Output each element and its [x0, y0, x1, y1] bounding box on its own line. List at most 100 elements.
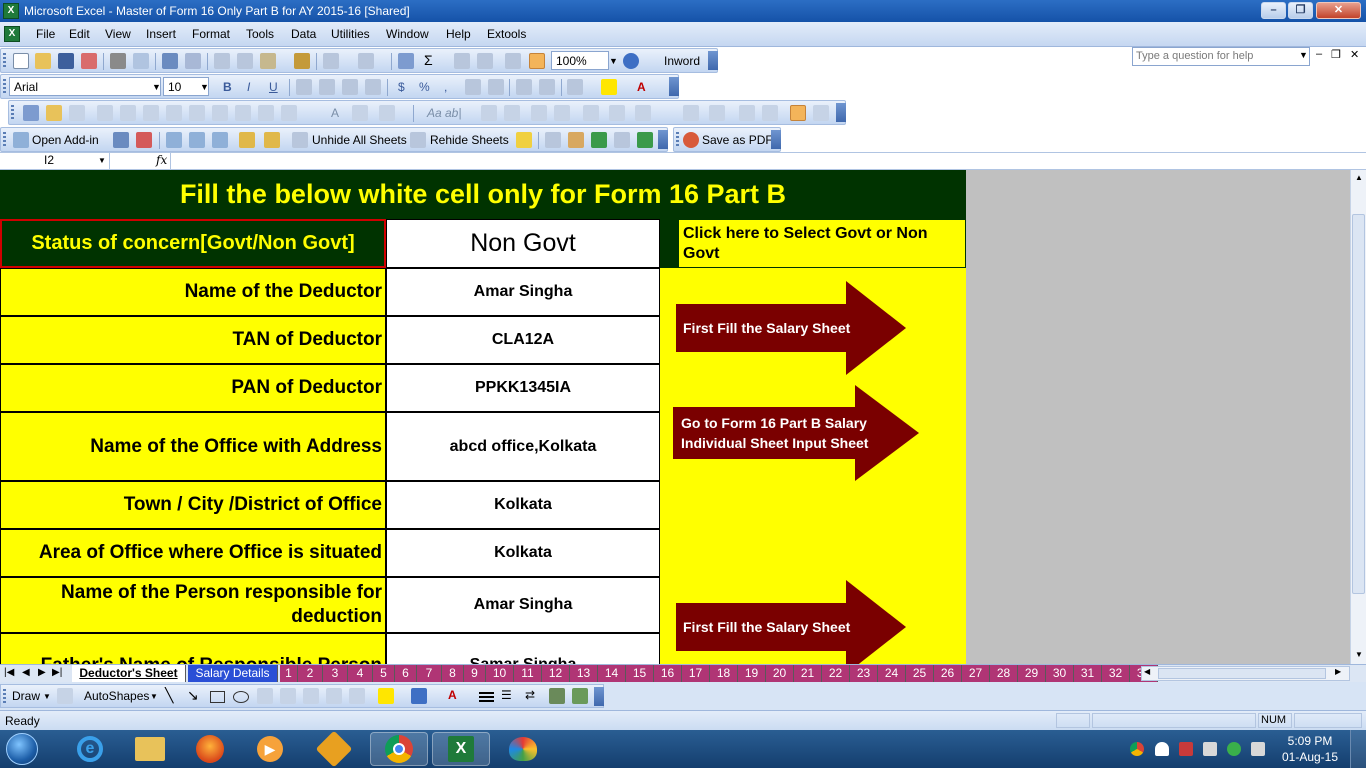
addin-tool-1-icon[interactable]: [113, 132, 129, 148]
diagram-icon[interactable]: [303, 688, 319, 704]
label-tan[interactable]: TAN of Deductor: [0, 316, 386, 364]
checkbox-control-icon[interactable]: [143, 105, 159, 121]
menu-help[interactable]: Help: [446, 27, 471, 41]
clipart-icon[interactable]: [326, 688, 342, 704]
draw-dropdown-icon[interactable]: ▼: [43, 692, 51, 701]
spelling-icon[interactable]: [162, 53, 178, 69]
combo-box-icon[interactable]: [609, 105, 625, 121]
frame-icon[interactable]: [481, 105, 497, 121]
tab-deductors-sheet[interactable]: Deductor's Sheet: [72, 665, 186, 682]
tab-number[interactable]: 18: [710, 665, 738, 682]
toolbar-grip[interactable]: [676, 132, 679, 148]
tab-salary-details[interactable]: Salary Details: [188, 665, 278, 682]
tab-number[interactable]: 31: [1074, 665, 1102, 682]
tab-number[interactable]: 28: [990, 665, 1018, 682]
open-icon[interactable]: [35, 53, 51, 69]
help-dropdown-icon[interactable]: ▼: [1299, 50, 1308, 60]
font-dropdown-icon[interactable]: ▼: [152, 82, 161, 92]
doc-restore-icon[interactable]: ❐: [1331, 48, 1341, 61]
permission-icon[interactable]: [81, 53, 97, 69]
properties-icon[interactable]: [46, 105, 62, 121]
tab-number[interactable]: 21: [794, 665, 822, 682]
value-office-address[interactable]: abcd office,Kolkata: [386, 412, 660, 481]
lock-icon[interactable]: [264, 132, 280, 148]
draw-menu[interactable]: Draw: [12, 689, 40, 703]
more-icon[interactable]: [813, 105, 829, 121]
fill-color-icon[interactable]: [601, 79, 617, 95]
paste-icon[interactable]: [260, 53, 276, 69]
tab-number[interactable]: 14: [598, 665, 626, 682]
save-icon[interactable]: [58, 53, 74, 69]
decrease-decimal-icon[interactable]: [488, 79, 504, 95]
scroll-up-icon[interactable]: ▲: [1353, 173, 1365, 185]
help-bulb-icon[interactable]: [516, 132, 532, 148]
option-button-icon[interactable]: [166, 105, 182, 121]
arrow-style-icon[interactable]: ⇄: [525, 688, 535, 702]
label-office-address[interactable]: Name of the Office with Address: [0, 412, 386, 481]
toolbar-grip[interactable]: [3, 689, 6, 705]
tab-prev-icon[interactable]: ◀: [22, 667, 30, 678]
form16-salary-arrow[interactable]: Go to Form 16 Part B Salary Individual S…: [673, 385, 920, 481]
groupbox-icon[interactable]: [97, 105, 113, 121]
toolbar-grip[interactable]: [3, 53, 6, 69]
house-icon[interactable]: [568, 132, 584, 148]
tab-number[interactable]: 24: [878, 665, 906, 682]
tab-last-icon[interactable]: ▶|: [52, 667, 62, 678]
unlock-icon[interactable]: [239, 132, 255, 148]
line-style-icon[interactable]: [479, 692, 494, 694]
menu-view[interactable]: View: [105, 27, 131, 41]
currency-icon[interactable]: $: [398, 80, 405, 94]
export-icon[interactable]: [591, 132, 607, 148]
taskbar-tool[interactable]: [305, 730, 363, 768]
excel-icon[interactable]: X: [3, 3, 19, 19]
calc-icon[interactable]: [614, 132, 630, 148]
undo-icon[interactable]: [323, 53, 339, 69]
tab-number[interactable]: 17: [682, 665, 710, 682]
taskbar-explorer[interactable]: [121, 732, 179, 766]
addin-tool-3-icon[interactable]: [166, 132, 182, 148]
tab-number[interactable]: 29: [1018, 665, 1046, 682]
scroll-left-icon[interactable]: ◀: [1144, 667, 1150, 676]
zoom-dropdown-icon[interactable]: ▼: [609, 56, 618, 66]
autoshapes-menu[interactable]: AutoShapes: [84, 689, 149, 703]
image-icon[interactable]: [762, 105, 778, 121]
merge-center-icon[interactable]: [365, 79, 381, 95]
listbox-icon[interactable]: [189, 105, 205, 121]
doc-minimize-icon[interactable]: –: [1316, 48, 1322, 60]
tab-number[interactable]: 25: [906, 665, 934, 682]
horizontal-scrollbar[interactable]: ◀ ▶: [1141, 666, 1350, 681]
tab-number[interactable]: 6: [395, 665, 417, 682]
increase-decimal-icon[interactable]: [465, 79, 481, 95]
excel-doc-icon[interactable]: X: [4, 26, 20, 42]
fill-color-icon[interactable]: [378, 688, 394, 704]
shadow-icon[interactable]: [549, 688, 565, 704]
font-color-icon[interactable]: A: [448, 688, 457, 702]
menu-extools[interactable]: Extools: [487, 27, 526, 41]
tab-number[interactable]: 20: [766, 665, 794, 682]
align-center-icon[interactable]: [319, 79, 335, 95]
scroll-down-icon[interactable]: ▼: [1353, 650, 1365, 662]
oval-icon[interactable]: [233, 691, 249, 703]
scroll-bar-icon[interactable]: [709, 105, 725, 121]
label-father-name[interactable]: Father's Name of Responsible Person: [0, 633, 386, 664]
scrollbar-control-icon[interactable]: [235, 105, 251, 121]
pdf-icon[interactable]: [683, 132, 699, 148]
borders-icon[interactable]: [567, 79, 583, 95]
line-color-icon[interactable]: [411, 688, 427, 704]
toolbar-options-icon[interactable]: [708, 51, 718, 70]
wordart-icon[interactable]: [280, 688, 296, 704]
minimize-button[interactable]: –: [1261, 2, 1286, 19]
menu-edit[interactable]: Edit: [69, 27, 90, 41]
tab-number[interactable]: 32: [1102, 665, 1130, 682]
sheet-header[interactable]: Fill the below white cell only for Form …: [0, 170, 966, 219]
text-box-icon[interactable]: Aa ab|: [427, 106, 461, 120]
italic-icon[interactable]: I: [247, 80, 250, 94]
value-father-name[interactable]: Samar Singha: [386, 633, 660, 664]
clock[interactable]: 5:09 PM 01-Aug-15: [1280, 733, 1340, 765]
rehide-icon[interactable]: [410, 132, 426, 148]
value-pan[interactable]: PPKK1345IA: [386, 364, 660, 412]
action-center-icon[interactable]: [1179, 742, 1193, 756]
grid-toggle-icon[interactable]: [790, 105, 806, 121]
combobox-icon[interactable]: [212, 105, 228, 121]
font-select[interactable]: Arial: [9, 77, 161, 96]
